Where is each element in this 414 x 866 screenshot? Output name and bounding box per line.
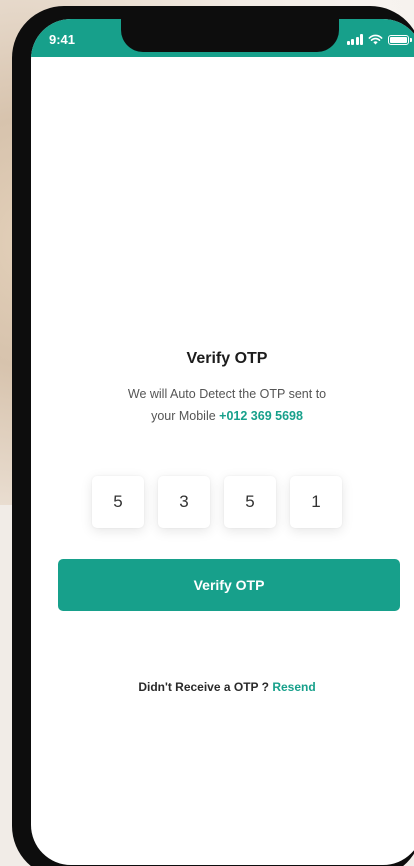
battery-icon <box>388 35 412 45</box>
resend-row: Didn't Receive a OTP ? Resend <box>31 680 414 694</box>
otp-input-group: 5 3 5 1 <box>92 476 344 528</box>
app-screen: 9:41 Verify OTP We will Auto Detect the … <box>31 19 414 865</box>
device-notch <box>121 19 339 52</box>
instructions-line-1: We will Auto Detect the OTP sent to <box>127 387 327 401</box>
otp-instructions: We will Auto Detect the OTP sent to your… <box>91 383 363 427</box>
resend-prompt: Didn't Receive a OTP ? <box>138 680 269 694</box>
phone-frame: 9:41 Verify OTP We will Auto Detect the … <box>12 6 414 866</box>
instructions-prefix: your Mobile <box>151 409 216 423</box>
otp-digit-2[interactable]: 3 <box>158 476 210 528</box>
otp-digit-1[interactable]: 5 <box>92 476 144 528</box>
verify-otp-button[interactable]: Verify OTP <box>58 559 400 611</box>
wifi-icon <box>368 34 383 45</box>
resend-link[interactable]: Resend <box>272 680 315 694</box>
otp-digit-3[interactable]: 5 <box>224 476 276 528</box>
status-time: 9:41 <box>49 32 76 47</box>
status-icons <box>346 31 412 45</box>
phone-number: +012 369 5698 <box>219 409 303 423</box>
otp-digit-4[interactable]: 1 <box>290 476 342 528</box>
status-bar: 9:41 <box>31 19 414 57</box>
signal-icon <box>346 34 363 45</box>
page-title: Verify OTP <box>186 350 268 367</box>
